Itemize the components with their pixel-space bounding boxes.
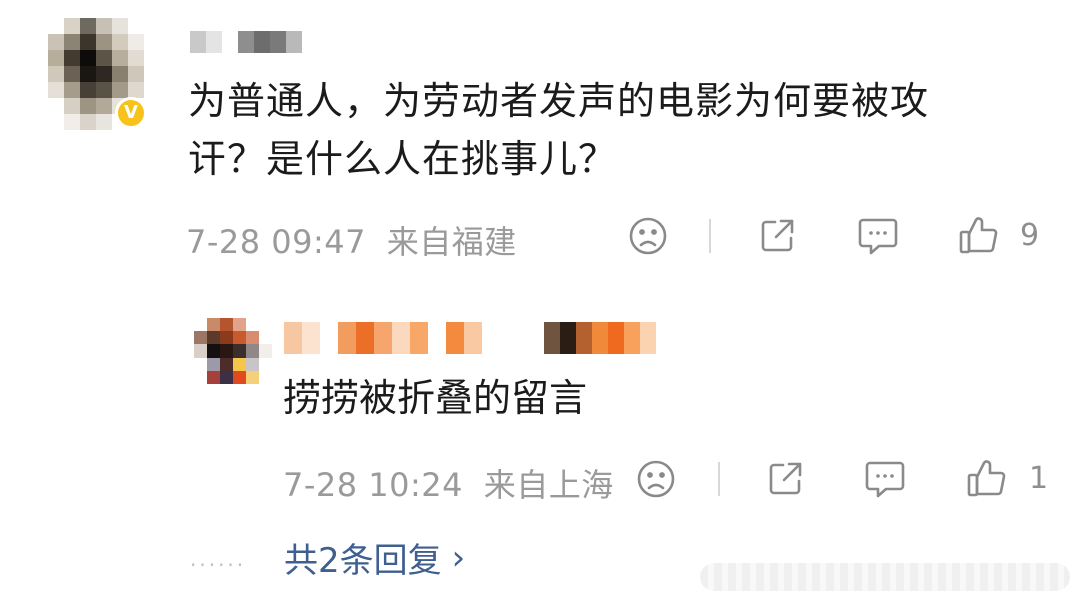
reply-timestamp: 7-28 10:24	[283, 466, 464, 504]
chevron-right-icon: ›	[451, 537, 466, 578]
username-blurred[interactable]	[190, 31, 302, 53]
comment-text-line: 为普通人，为劳动者发声的电影为何要被攻	[188, 79, 930, 123]
reply-meta: 7-28 10:24 来自上海	[283, 460, 614, 506]
view-more-replies-link[interactable]: 共2条回复 ›	[284, 533, 465, 582]
reply-username-blurred[interactable]	[544, 322, 656, 354]
verified-v-icon: V	[115, 97, 147, 129]
comment-text: 为普通人，为劳动者发声的电影为何要被攻 讦？是什么人在挑事儿？	[188, 72, 1058, 188]
watermark	[700, 563, 1070, 591]
reply-text: 捞捞被折叠的留言	[283, 376, 588, 420]
comment-icon[interactable]	[857, 216, 899, 256]
comment-location: 来自福建	[386, 223, 517, 261]
like-count: 9	[1020, 218, 1040, 253]
action-divider	[709, 219, 711, 253]
sad-face-icon[interactable]	[628, 216, 668, 256]
comment-icon[interactable]	[864, 459, 906, 499]
share-icon[interactable]	[757, 216, 797, 256]
reply-username-blurred[interactable]	[284, 322, 500, 354]
more-replies-label: 共2条回复	[284, 541, 442, 581]
thumbs-up-icon[interactable]	[966, 457, 1008, 499]
like-count: 1	[1029, 461, 1049, 496]
sad-face-icon[interactable]	[636, 459, 676, 499]
action-divider	[718, 462, 720, 496]
comment-timestamp: 7-28 09:47	[186, 223, 367, 261]
reply-location: 来自上海	[483, 466, 614, 504]
thumbs-up-icon[interactable]	[958, 214, 1000, 256]
comment-meta: 7-28 09:47 来自福建	[186, 217, 517, 263]
share-icon[interactable]	[765, 459, 805, 499]
more-replies-dots: ······	[190, 553, 247, 577]
reply-avatar[interactable]	[194, 318, 272, 384]
comment-text-line: 讦？是什么人在挑事儿？	[188, 137, 618, 181]
